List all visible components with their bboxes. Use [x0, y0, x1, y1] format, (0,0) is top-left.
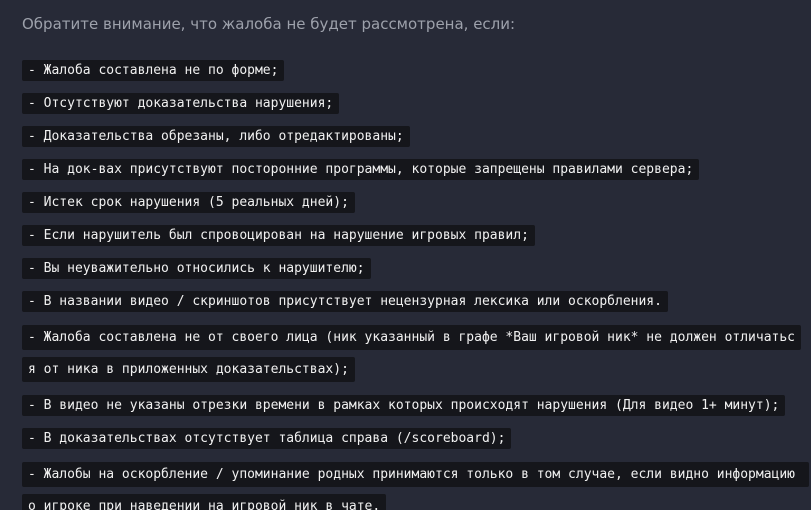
rule-code-10: - В видео не указаны отрезки времени в р…	[22, 395, 786, 416]
rule-item-5: - Истек срок нарушения (5 реальных дней)…	[22, 190, 802, 216]
rule-item-6: - Если нарушитель был спровоцирован на н…	[22, 223, 802, 249]
rule-code-2: - Отсутствуют доказательства нарушения;	[22, 93, 340, 114]
rule-item-4: - На док-вах присутствуют посторонние пр…	[22, 157, 802, 183]
rules-list: - Жалоба составлена не по форме; - Отсут…	[22, 58, 809, 510]
rule-item-8: - В названии видео / скриншотов присутст…	[22, 289, 802, 315]
rule-item-9: - Жалоба составлена не от своего лица (н…	[22, 322, 802, 386]
rule-code-9: - Жалоба составлена не от своего лица (н…	[22, 325, 802, 382]
rule-item-10: - В видео не указаны отрезки времени в р…	[22, 393, 802, 419]
rule-code-4: - На док-вах присутствуют посторонние пр…	[22, 159, 700, 180]
rule-item-12: - Жалобы на оскорбление / упоминание род…	[22, 459, 809, 510]
rule-item-3: - Доказательства обрезаны, либо отредакт…	[22, 124, 802, 150]
intro-text: Обратите внимание, что жалоба не будет р…	[22, 15, 516, 33]
rule-item-7: - Вы неуважительно относились к нарушите…	[22, 256, 802, 282]
forum-post-body: Обратите внимание, что жалоба не будет р…	[0, 0, 811, 510]
rule-item-11: - В доказательствах отсутствует таблица …	[22, 426, 802, 452]
rule-code-7: - Вы неуважительно относились к нарушите…	[22, 258, 371, 279]
rule-code-11: - В доказательствах отсутствует таблица …	[22, 428, 512, 449]
rule-code-1: - Жалоба составлена не по форме;	[22, 60, 285, 81]
rule-item-2: - Отсутствуют доказательства нарушения;	[22, 91, 802, 117]
rule-item-1: - Жалоба составлена не по форме;	[22, 58, 802, 84]
rule-code-3: - Доказательства обрезаны, либо отредакт…	[22, 126, 410, 147]
rule-code-5: - Истек срок нарушения (5 реальных дней)…	[22, 192, 355, 213]
rule-code-12: - Жалобы на оскорбление / упоминание род…	[22, 462, 809, 510]
rule-code-8: - В названии видео / скриншотов присутст…	[22, 291, 668, 312]
rule-code-6: - Если нарушитель был спровоцирован на н…	[22, 225, 535, 246]
